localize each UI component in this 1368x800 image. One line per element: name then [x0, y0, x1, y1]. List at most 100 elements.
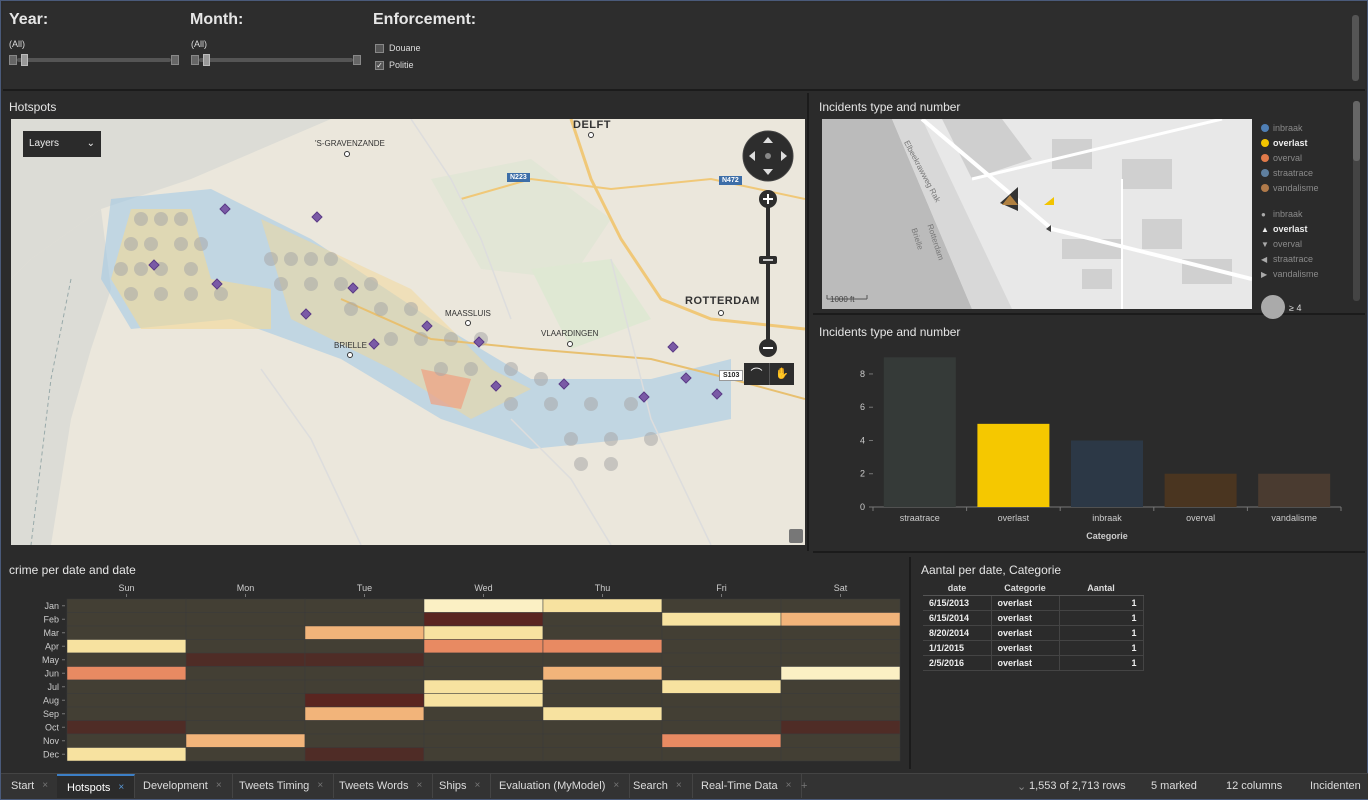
heatmap-cell[interactable] [661, 720, 782, 735]
close-icon[interactable]: × [786, 780, 792, 792]
categorie-cell[interactable]: overlast [991, 655, 1060, 671]
close-icon[interactable]: × [216, 780, 222, 792]
heatmap-cell[interactable] [780, 693, 901, 708]
heatmap-cell[interactable] [661, 706, 782, 721]
close-icon[interactable]: × [475, 780, 481, 792]
heatmap-cell[interactable] [304, 720, 425, 735]
shape-legend-item[interactable]: ▶ vandalisme [1261, 269, 1319, 279]
heatmap-cell[interactable] [66, 666, 187, 681]
chevron-down-icon[interactable]: ⌄ [1017, 780, 1026, 793]
table-row[interactable]: 8/20/2014 overlast 1 [923, 625, 1144, 641]
heatmap-cell[interactable] [66, 733, 187, 748]
heatmap-cell[interactable] [423, 733, 544, 748]
heatmap-cell[interactable] [185, 720, 306, 735]
incidents-bar-chart[interactable]: 0 2 4 6 8 straatrace overlast inbraak overval van… [813, 319, 1365, 553]
aantal-cell[interactable]: 1 [1059, 625, 1144, 641]
heatmap-cell[interactable] [780, 598, 901, 613]
heatmap-cell[interactable] [542, 706, 663, 721]
heatmap-cell[interactable] [542, 639, 663, 654]
heatmap-cell[interactable] [423, 706, 544, 721]
heatmap-cell[interactable] [780, 747, 901, 762]
heatmap-cell[interactable] [542, 598, 663, 613]
heatmap-cell[interactable] [304, 733, 425, 748]
heatmap-cell[interactable] [304, 612, 425, 627]
heatmap-cell[interactable] [661, 652, 782, 667]
close-icon[interactable]: × [417, 780, 423, 792]
close-icon[interactable]: × [676, 780, 682, 792]
heatmap-cell[interactable] [542, 720, 663, 735]
heatmap-cell[interactable] [542, 747, 663, 762]
heatmap-cell[interactable] [185, 693, 306, 708]
heatmap-cell[interactable] [542, 733, 663, 748]
bar-vandalisme[interactable] [1258, 473, 1331, 507]
color-legend-item[interactable]: overval [1261, 153, 1302, 163]
heatmap-cell[interactable] [66, 652, 187, 667]
color-legend-item[interactable]: straatrace [1261, 168, 1313, 178]
heatmap-cell[interactable] [185, 733, 306, 748]
shape-legend-item[interactable]: ● inbraak [1261, 209, 1303, 219]
layers-dropdown[interactable]: Layers ⌄ [23, 131, 101, 157]
heatmap-cell[interactable] [780, 706, 901, 721]
heatmap-cell[interactable] [780, 720, 901, 735]
heatmap-cell[interactable] [185, 747, 306, 762]
aantal-cell[interactable]: 1 [1059, 610, 1144, 626]
aantal-table[interactable]: date Categorie Aantal 6/15/2013 overlast 1… [923, 581, 1144, 671]
heatmap-cell[interactable] [661, 679, 782, 694]
heatmap-cell[interactable] [661, 666, 782, 681]
crime-heatmap[interactable]: Sun Mon Tue Wed Thu Fri Sat Jan Feb Mar Apr May Jun J… [3, 557, 911, 769]
heatmap-cell[interactable] [661, 639, 782, 654]
heatmap-cell[interactable] [66, 747, 187, 762]
color-legend-item[interactable]: vandalisme [1261, 183, 1319, 193]
heatmap-cell[interactable] [185, 652, 306, 667]
heatmap-cell[interactable] [66, 706, 187, 721]
politie-checkbox[interactable]: ✓ Politie [375, 60, 414, 70]
heatmap-cell[interactable] [780, 679, 901, 694]
heatmap-cell[interactable] [304, 679, 425, 694]
lasso-icon[interactable]: ⌒ [744, 363, 769, 385]
heatmap-cell[interactable] [423, 598, 544, 613]
slider-track[interactable] [17, 58, 171, 62]
categorie-cell[interactable]: overlast [991, 625, 1060, 641]
column-header-categorie[interactable]: Categorie [991, 581, 1059, 596]
aantal-cell[interactable]: 1 [1059, 655, 1144, 671]
color-legend-item[interactable]: inbraak [1261, 123, 1303, 133]
douane-checkbox[interactable]: Douane [375, 43, 421, 53]
categorie-cell[interactable]: overlast [991, 610, 1060, 626]
shape-legend-item[interactable]: ◀ straatrace [1261, 254, 1313, 264]
heatmap-cell[interactable] [780, 733, 901, 748]
heatmap-cell[interactable] [542, 666, 663, 681]
slider-left-button[interactable] [9, 55, 17, 65]
heatmap-cell[interactable] [780, 639, 901, 654]
table-row[interactable]: 6/15/2013 overlast 1 [923, 595, 1144, 611]
legend-scrollbar[interactable] [1353, 101, 1360, 301]
heatmap-cell[interactable] [66, 612, 187, 627]
column-header-aantal[interactable]: Aantal [1059, 581, 1143, 596]
slider-track[interactable] [199, 58, 353, 62]
column-header-date[interactable]: date [923, 581, 991, 596]
heatmap-cell[interactable] [423, 679, 544, 694]
heatmap-cell[interactable] [66, 598, 187, 613]
shape-legend-item[interactable]: ▼ overval [1261, 239, 1302, 249]
close-icon[interactable]: × [42, 780, 48, 792]
heatmap-cell[interactable] [304, 639, 425, 654]
slider-thumb[interactable] [21, 54, 28, 66]
table-row[interactable]: 2/5/2016 overlast 1 [923, 655, 1144, 671]
heatmap-cell[interactable] [304, 652, 425, 667]
heatmap-cell[interactable] [185, 666, 306, 681]
slider-thumb[interactable] [203, 54, 210, 66]
tab-tweets-words[interactable]: Tweets Words × [329, 774, 434, 798]
heatmap-cell[interactable] [66, 625, 187, 640]
heatmap-cell[interactable] [66, 639, 187, 654]
slider-left-button[interactable] [191, 55, 199, 65]
heatmap-cell[interactable] [661, 598, 782, 613]
checkbox-unchecked-icon[interactable] [375, 43, 384, 53]
heatmap-cell[interactable] [661, 612, 782, 627]
tab-real-time-data[interactable]: Real-Time Data × [691, 774, 803, 798]
checkbox-checked-icon[interactable]: ✓ [375, 60, 384, 70]
heatmap-cell[interactable] [304, 747, 425, 762]
heatmap-cell[interactable] [185, 679, 306, 694]
heatmap-cell[interactable] [780, 666, 901, 681]
heatmap-cell[interactable] [542, 625, 663, 640]
heatmap-cell[interactable] [423, 625, 544, 640]
hand-pan-icon[interactable]: ✋ [769, 363, 794, 385]
